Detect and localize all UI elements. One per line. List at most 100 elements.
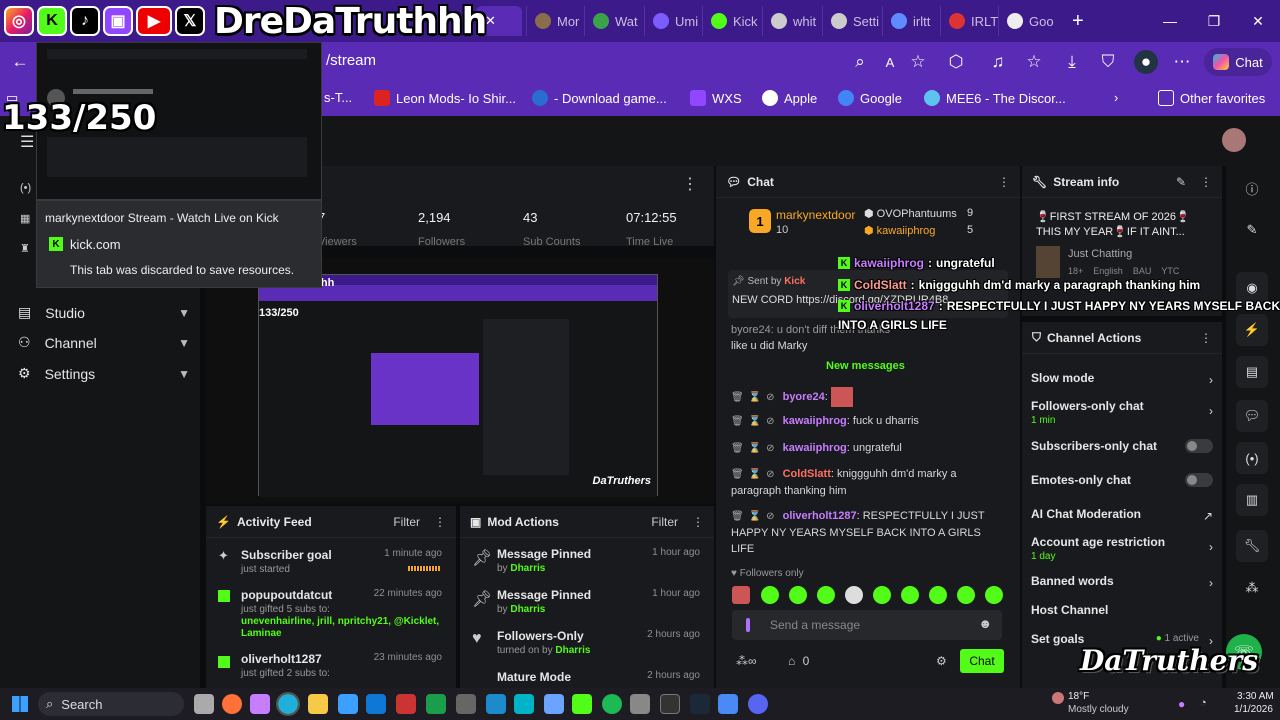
app-icon[interactable]	[486, 694, 506, 714]
chat-username[interactable]: kawaiiphrog	[783, 415, 847, 427]
layout-icon[interactable]: ▥	[1236, 484, 1268, 516]
edit-icon[interactable]: ✎	[1236, 214, 1268, 246]
gifter-name[interactable]: kawaiiphrog	[877, 225, 936, 237]
browser-tab[interactable]: IRLT	[940, 6, 1006, 36]
share-icon[interactable]: ⁂	[1236, 572, 1268, 604]
chat-username[interactable]: oliverholt1287	[783, 510, 857, 522]
app-icon[interactable]	[544, 694, 564, 714]
clock-time[interactable]: 3:30 AM	[1237, 691, 1274, 702]
kick-icon[interactable]	[572, 694, 592, 714]
shield-icon[interactable]: ⛉	[1096, 50, 1120, 74]
download-icon[interactable]: ⤓	[1060, 50, 1084, 74]
kebab-menu-icon[interactable]: ⋮	[434, 515, 446, 529]
pinned-sender[interactable]: Kick	[784, 276, 805, 287]
spotify-icon[interactable]	[602, 694, 622, 714]
emote-icon[interactable]	[789, 586, 807, 604]
edge-icon[interactable]	[276, 692, 300, 716]
emote-icon[interactable]	[957, 586, 975, 604]
back-icon[interactable]: ←	[8, 50, 32, 74]
copilot-icon[interactable]	[250, 694, 270, 714]
read-aloud-icon[interactable]: A	[878, 50, 902, 74]
browser-tab[interactable]: Setti	[822, 6, 887, 36]
chat-icon[interactable]: 💬︎	[1236, 400, 1268, 432]
top-gifter-name[interactable]: markynextdoor	[776, 208, 855, 222]
emote-icon[interactable]	[929, 586, 947, 604]
more-icon[interactable]: ⋯	[1170, 50, 1194, 74]
favorite-link[interactable]: Apple	[762, 90, 817, 106]
obs-icon[interactable]	[660, 694, 680, 714]
bolt-icon[interactable]: ⚡	[1236, 314, 1268, 346]
message-input[interactable]: Send a message ☻	[732, 610, 1002, 640]
chat-username[interactable]: byore24	[783, 391, 825, 403]
kebab-menu-icon[interactable]: ⋮	[1200, 331, 1212, 345]
account-age-row[interactable]: Account age restriction 1 day ›	[1031, 535, 1217, 562]
notes-icon[interactable]: ▤	[1236, 356, 1268, 388]
new-tab-button[interactable]: +	[1064, 6, 1092, 36]
wrench-icon[interactable]: 🔧︎	[1236, 530, 1268, 562]
browser-tab[interactable]: irltt	[882, 6, 938, 36]
windows-start-icon[interactable]	[12, 696, 28, 712]
mod-username[interactable]: Dharris	[510, 604, 545, 615]
gifter-name[interactable]: OVOPhantuums	[877, 208, 957, 220]
store-icon[interactable]	[338, 694, 358, 714]
activity-filter-button[interactable]: Filter	[393, 515, 420, 529]
game-icon[interactable]	[396, 694, 416, 714]
emote-icon[interactable]	[873, 586, 891, 604]
host-channel-row[interactable]: Host Channel	[1031, 603, 1217, 617]
chat-username[interactable]: ColdSlatt	[783, 468, 831, 480]
mic-icon[interactable]: ●	[1178, 697, 1185, 711]
gift-recipients[interactable]: unevenhairline, jrill, npritchy21, @Kick…	[241, 616, 441, 640]
trophy-icon[interactable]: ♜	[20, 242, 30, 255]
app-icon[interactable]	[514, 694, 534, 714]
music-icon[interactable]: ♫	[986, 50, 1010, 74]
live-icon[interactable]: (•)	[20, 182, 31, 194]
mod-action-icons[interactable]: 🗑⌛⊘	[731, 469, 780, 480]
other-favorites[interactable]: Other favorites	[1158, 90, 1265, 106]
edit-icon[interactable]: ✎	[1176, 175, 1186, 189]
emote-icon[interactable]	[817, 586, 835, 604]
subscribers-only-toggle[interactable]	[1185, 439, 1213, 453]
gear-icon[interactable]: ⚙	[936, 654, 947, 668]
mod-action-icons[interactable]: 🗑⌛⊘	[731, 443, 780, 454]
mod-username[interactable]: Dharris	[555, 645, 590, 656]
emote-icon[interactable]	[761, 586, 779, 604]
maximize-icon[interactable]: ❐	[1192, 0, 1236, 42]
wifi-icon[interactable]: ◔	[1200, 697, 1207, 709]
stream-category[interactable]: Just Chatting	[1068, 248, 1132, 260]
discord-icon[interactable]	[748, 694, 768, 714]
app-icon[interactable]	[456, 694, 476, 714]
firefox-icon[interactable]	[222, 694, 242, 714]
slow-mode-row[interactable]: Slow mode ›	[1031, 371, 1217, 387]
mod-action-icons[interactable]: 🗑⌛⊘	[731, 416, 780, 427]
favorite-link[interactable]: s-T...	[324, 90, 352, 105]
close-window-icon[interactable]: ✕	[1236, 0, 1280, 42]
kebab-menu-icon[interactable]: ⋮	[1200, 175, 1212, 189]
stream-player[interactable]: DreDaTruthhh 133/250 DaTruthers	[206, 258, 714, 504]
send-chat-button[interactable]: Chat	[960, 649, 1004, 673]
sidebar-item-studio[interactable]: ▤ Studio ▼	[18, 304, 190, 321]
banned-words-row[interactable]: Banned words ›	[1031, 574, 1217, 590]
favorite-star-icon[interactable]: ☆	[906, 50, 930, 74]
sidebar-item-channel[interactable]: ⚇ Channel ▼	[18, 334, 190, 351]
url-field[interactable]: /stream	[326, 52, 376, 69]
browser-tab[interactable]: Umi	[644, 6, 706, 36]
mod-action-icons[interactable]: 🗑⌛⊘	[731, 511, 780, 522]
task-view-icon[interactable]	[194, 694, 214, 714]
browser-tab[interactable]: whit	[762, 6, 824, 36]
mod-action-icons[interactable]: 🗑⌛⊘	[731, 392, 780, 403]
emote-icon[interactable]	[985, 586, 1003, 604]
profile-avatar[interactable]: ●	[1134, 50, 1158, 74]
browser-tab[interactable]: Mor	[526, 6, 587, 36]
mod-filter-button[interactable]: Filter	[651, 515, 678, 529]
file-explorer-icon[interactable]	[308, 694, 328, 714]
followers-only-row[interactable]: Followers-only chat 1 min ›	[1031, 399, 1217, 426]
search-icon[interactable]: ⌕	[848, 50, 872, 74]
store-icon[interactable]: ⌂	[788, 654, 799, 668]
favorites-icon[interactable]: ☆	[1022, 50, 1046, 74]
app-icon[interactable]	[718, 694, 738, 714]
weather-temp[interactable]: 18°F	[1068, 691, 1089, 702]
chevron-right-icon[interactable]: ›	[1114, 90, 1118, 105]
user-avatar[interactable]	[1222, 128, 1246, 152]
browser-tab[interactable]: Wat	[584, 6, 646, 36]
taskbar-search[interactable]: ⌕ Search	[38, 692, 184, 716]
